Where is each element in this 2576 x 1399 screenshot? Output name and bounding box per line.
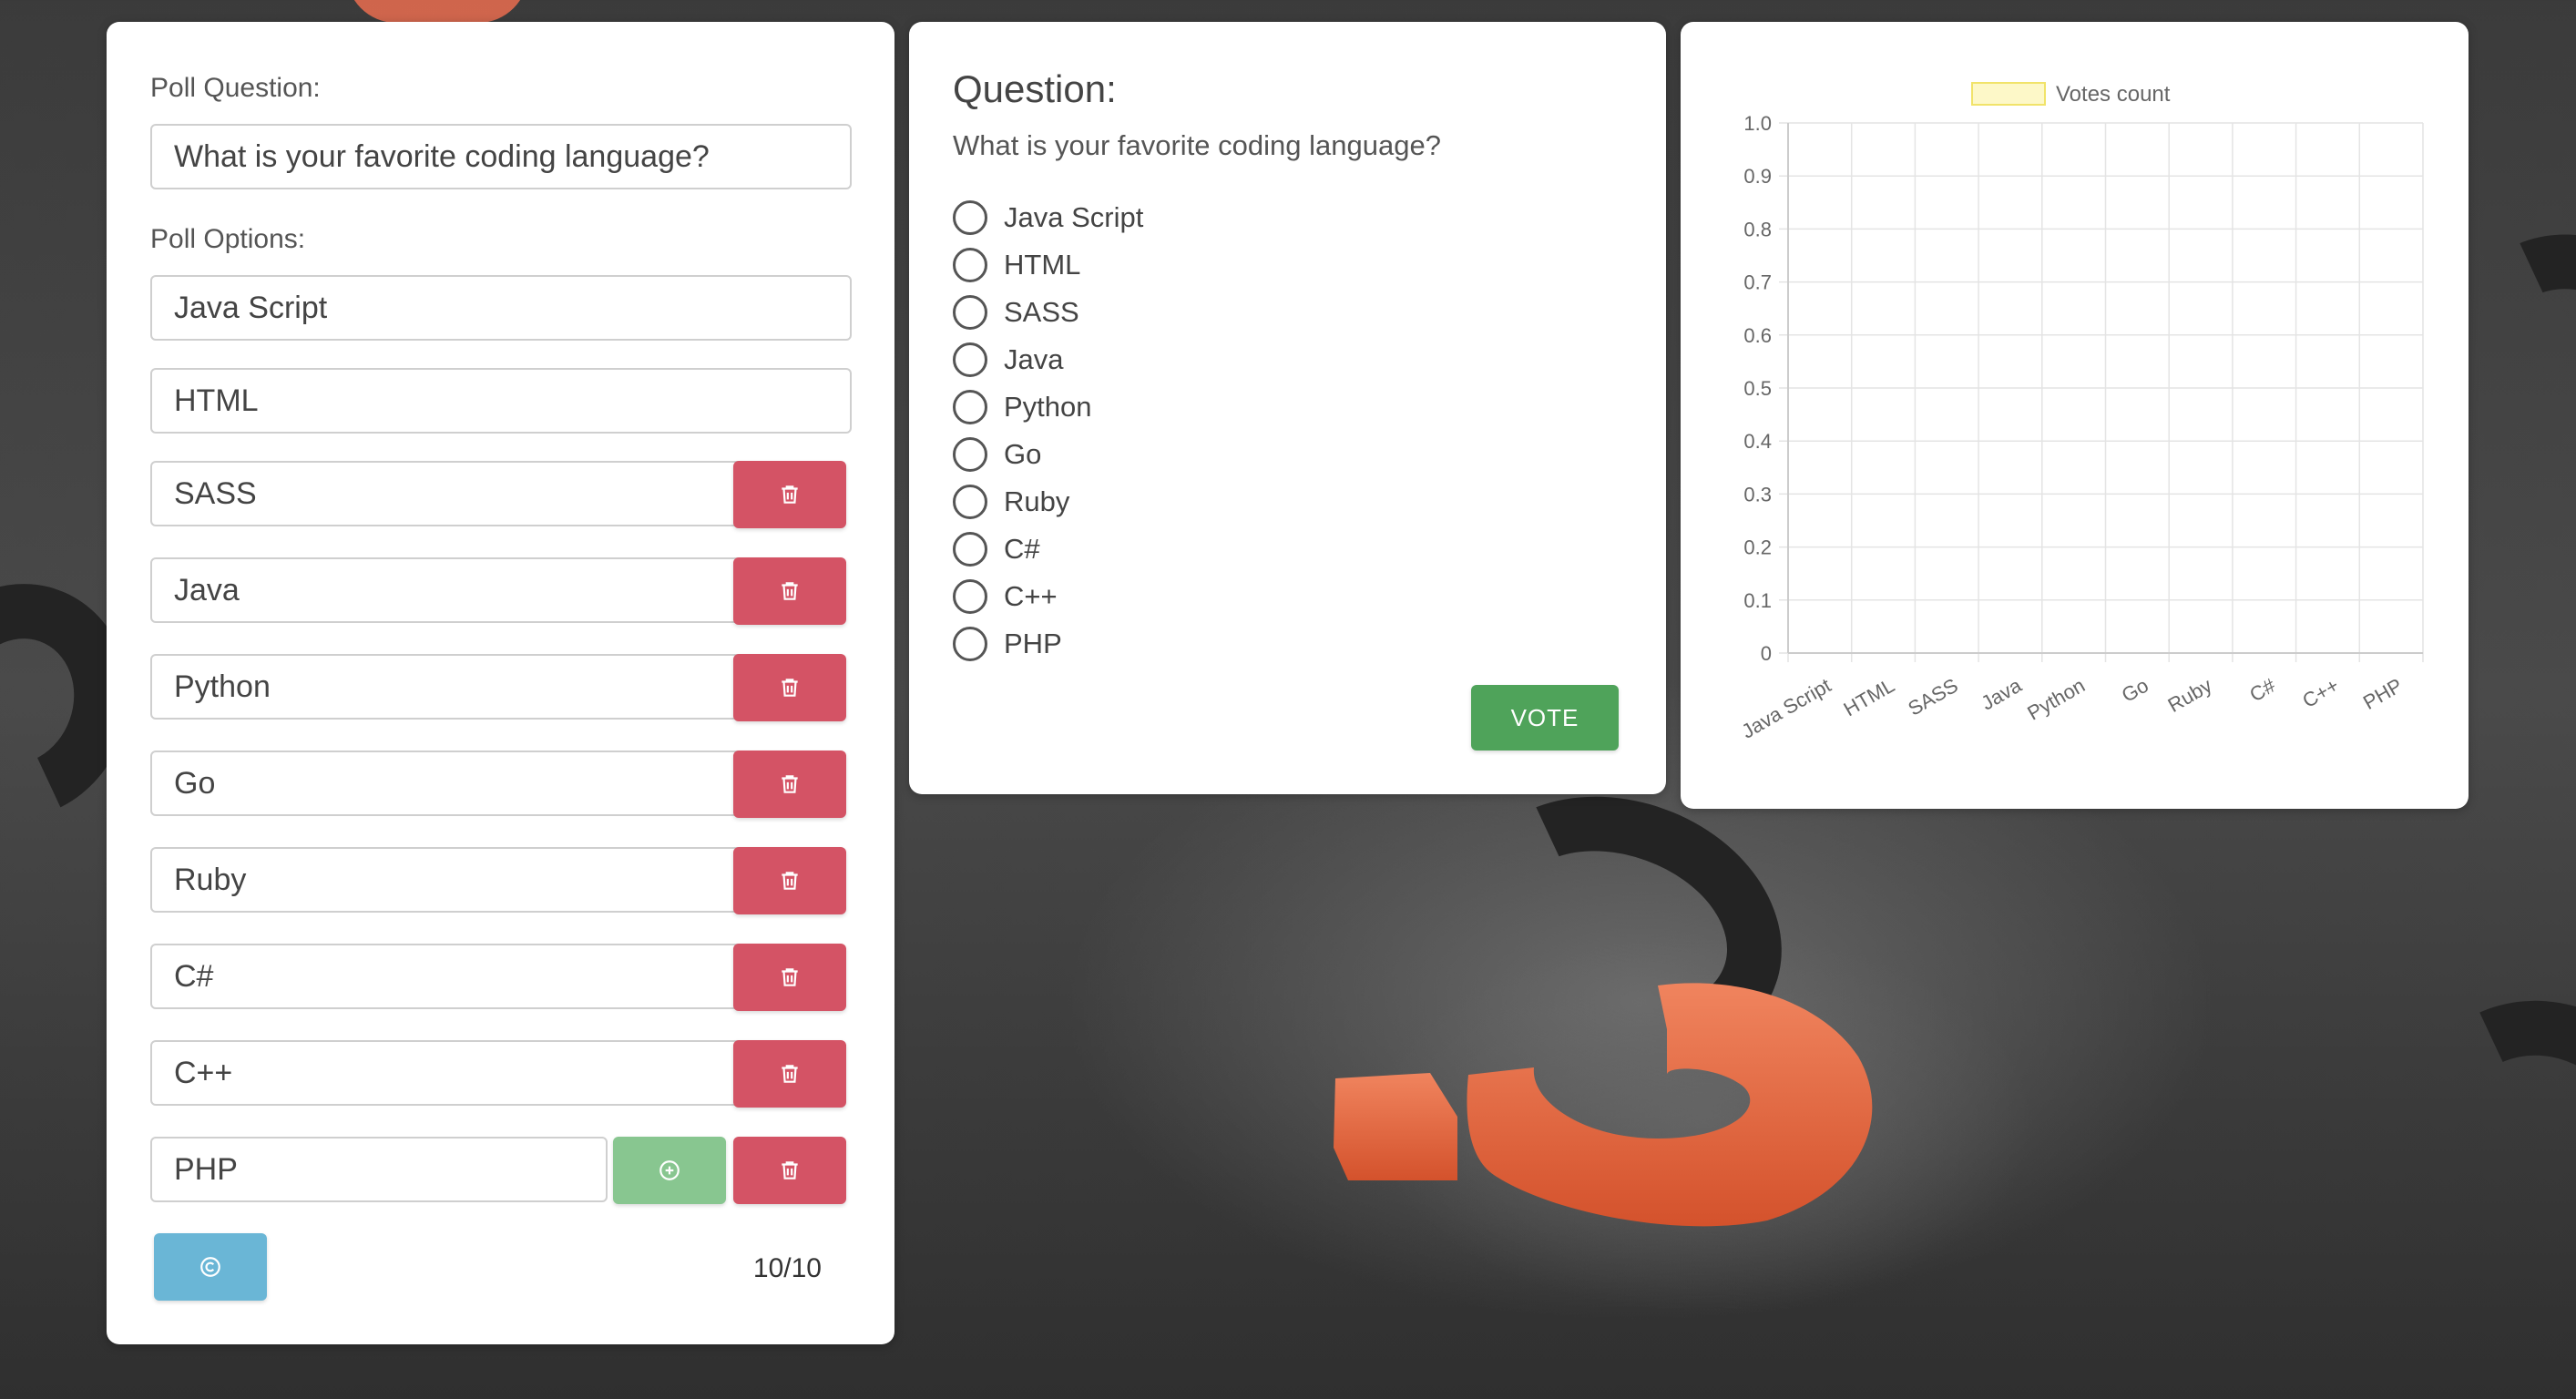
vote-option[interactable]: Ruby — [953, 485, 1069, 519]
x-tick-label: HTML — [1840, 674, 1898, 721]
vote-option-label: Go — [1004, 438, 1042, 470]
trash-icon — [782, 582, 798, 600]
x-tick-label: C# — [2245, 673, 2280, 706]
option-input[interactable] — [150, 1040, 744, 1106]
question-mark-decoration — [1334, 983, 1873, 1227]
vote-option-label: Ruby — [1004, 485, 1070, 517]
vote-option-label: C++ — [1004, 580, 1058, 612]
vote-option-label: Python — [1004, 391, 1092, 423]
delete-option-button[interactable] — [733, 557, 846, 625]
vote-option-label: HTML — [1004, 249, 1081, 281]
trash-icon — [782, 968, 798, 986]
option-input[interactable] — [150, 461, 744, 526]
option-input[interactable] — [150, 751, 744, 816]
delete-option-button[interactable] — [733, 944, 846, 1011]
option-count: 10/10 — [752, 1253, 822, 1283]
y-tick-label: 0 — [1761, 642, 1772, 665]
radio-button[interactable] — [953, 390, 987, 424]
poll-options-label: Poll Options: — [150, 224, 306, 254]
radio-button[interactable] — [953, 437, 987, 472]
x-tick-label: Ruby — [2164, 674, 2216, 717]
delete-option-button[interactable] — [733, 847, 846, 914]
radio-button[interactable] — [953, 579, 987, 614]
radio-button[interactable] — [953, 627, 987, 661]
y-tick-label: 0.1 — [1743, 589, 1772, 612]
vote-option-label: SASS — [1004, 296, 1079, 328]
delete-option-button[interactable] — [733, 1040, 846, 1108]
delete-option-button[interactable] — [733, 654, 846, 721]
vote-option[interactable]: Python — [953, 390, 1092, 424]
radio-button[interactable] — [953, 532, 987, 567]
radio-button[interactable] — [953, 342, 987, 377]
background-decoration — [2369, 963, 2576, 1296]
y-tick-label: 0.5 — [1743, 377, 1772, 400]
x-tick-label: C++ — [2298, 674, 2343, 712]
plus-circle-icon — [659, 1160, 680, 1180]
option-input[interactable] — [150, 944, 744, 1009]
vote-option-label: Java — [1004, 343, 1064, 375]
option-input[interactable] — [150, 1137, 608, 1202]
trash-icon — [782, 679, 798, 697]
delete-option-button[interactable] — [733, 1137, 846, 1204]
vote-option[interactable]: PHP — [953, 627, 1062, 661]
results-chart-panel: Votes count 0 0.1 0.2 0.3 0.4 0.5 0.6 0.7 0.8 0.9 1… — [1681, 22, 2469, 809]
vote-option-label: PHP — [1004, 628, 1062, 659]
vote-option-label: C# — [1004, 533, 1040, 565]
vote-option[interactable]: Go — [953, 437, 1041, 472]
x-tick-label: Java — [1978, 673, 2026, 714]
reset-button[interactable] — [154, 1233, 267, 1301]
y-tick-label: 1.0 — [1743, 112, 1772, 135]
option-input[interactable] — [150, 654, 744, 720]
vote-option[interactable]: C++ — [953, 579, 1058, 614]
x-tick-label: Java Script — [1738, 674, 1835, 743]
radio-button[interactable] — [953, 248, 987, 282]
trash-icon — [782, 485, 798, 504]
trash-icon — [782, 775, 798, 793]
vote-button[interactable]: VOTE — [1471, 685, 1619, 751]
option-input[interactable] — [150, 368, 852, 434]
option-input[interactable] — [150, 275, 852, 341]
question-heading: Question: — [953, 67, 1117, 110]
copyright-icon — [200, 1257, 220, 1277]
trash-icon — [782, 872, 798, 890]
question-text: What is your favorite coding language? — [953, 129, 1441, 161]
trash-icon — [782, 1161, 798, 1179]
y-tick-label: 0.3 — [1743, 483, 1772, 505]
legend-swatch — [1971, 82, 2046, 106]
y-tick-label: 0.6 — [1743, 324, 1772, 347]
vote-option[interactable]: Java — [953, 342, 1063, 377]
x-tick-label: Python — [2023, 674, 2089, 725]
poll-preview-panel: Question: What is your favorite coding l… — [909, 22, 1666, 794]
votes-bar-chart: Votes count 0 0.1 0.2 0.3 0.4 0.5 0.6 0.7 0.8 0.9 1… — [1738, 82, 2424, 743]
add-option-button[interactable] — [613, 1137, 726, 1204]
poll-editor-panel: Poll Question: Poll Options: 10/10 — [107, 22, 894, 1344]
trash-icon — [782, 1065, 798, 1083]
vote-option[interactable]: SASS — [953, 295, 1079, 330]
vote-option-label: Java Script — [1004, 201, 1144, 233]
y-tick-label: 0.7 — [1743, 271, 1772, 294]
y-tick-label: 0.9 — [1743, 165, 1772, 188]
y-tick-label: 0.4 — [1743, 430, 1772, 453]
delete-option-button[interactable] — [733, 461, 846, 528]
y-tick-label: 0.8 — [1743, 218, 1772, 240]
vote-option[interactable]: C# — [953, 532, 1040, 567]
x-tick-label: PHP — [2359, 674, 2407, 714]
radio-button[interactable] — [953, 295, 987, 330]
radio-button[interactable] — [953, 485, 987, 519]
vote-option[interactable]: HTML — [953, 248, 1080, 282]
vote-option[interactable]: Java Script — [953, 200, 1143, 235]
legend-label: Votes count — [2056, 82, 2171, 107]
background-decoration — [346, 0, 528, 23]
poll-question-input[interactable] — [150, 124, 852, 189]
x-tick-label: Go — [2118, 674, 2152, 707]
radio-button[interactable] — [953, 200, 987, 235]
poll-question-label: Poll Question: — [150, 73, 321, 103]
option-input[interactable] — [150, 557, 744, 623]
x-tick-label: SASS — [1904, 674, 1961, 720]
delete-option-button[interactable] — [733, 751, 846, 818]
y-tick-label: 0.2 — [1743, 536, 1772, 559]
option-input[interactable] — [150, 847, 744, 913]
